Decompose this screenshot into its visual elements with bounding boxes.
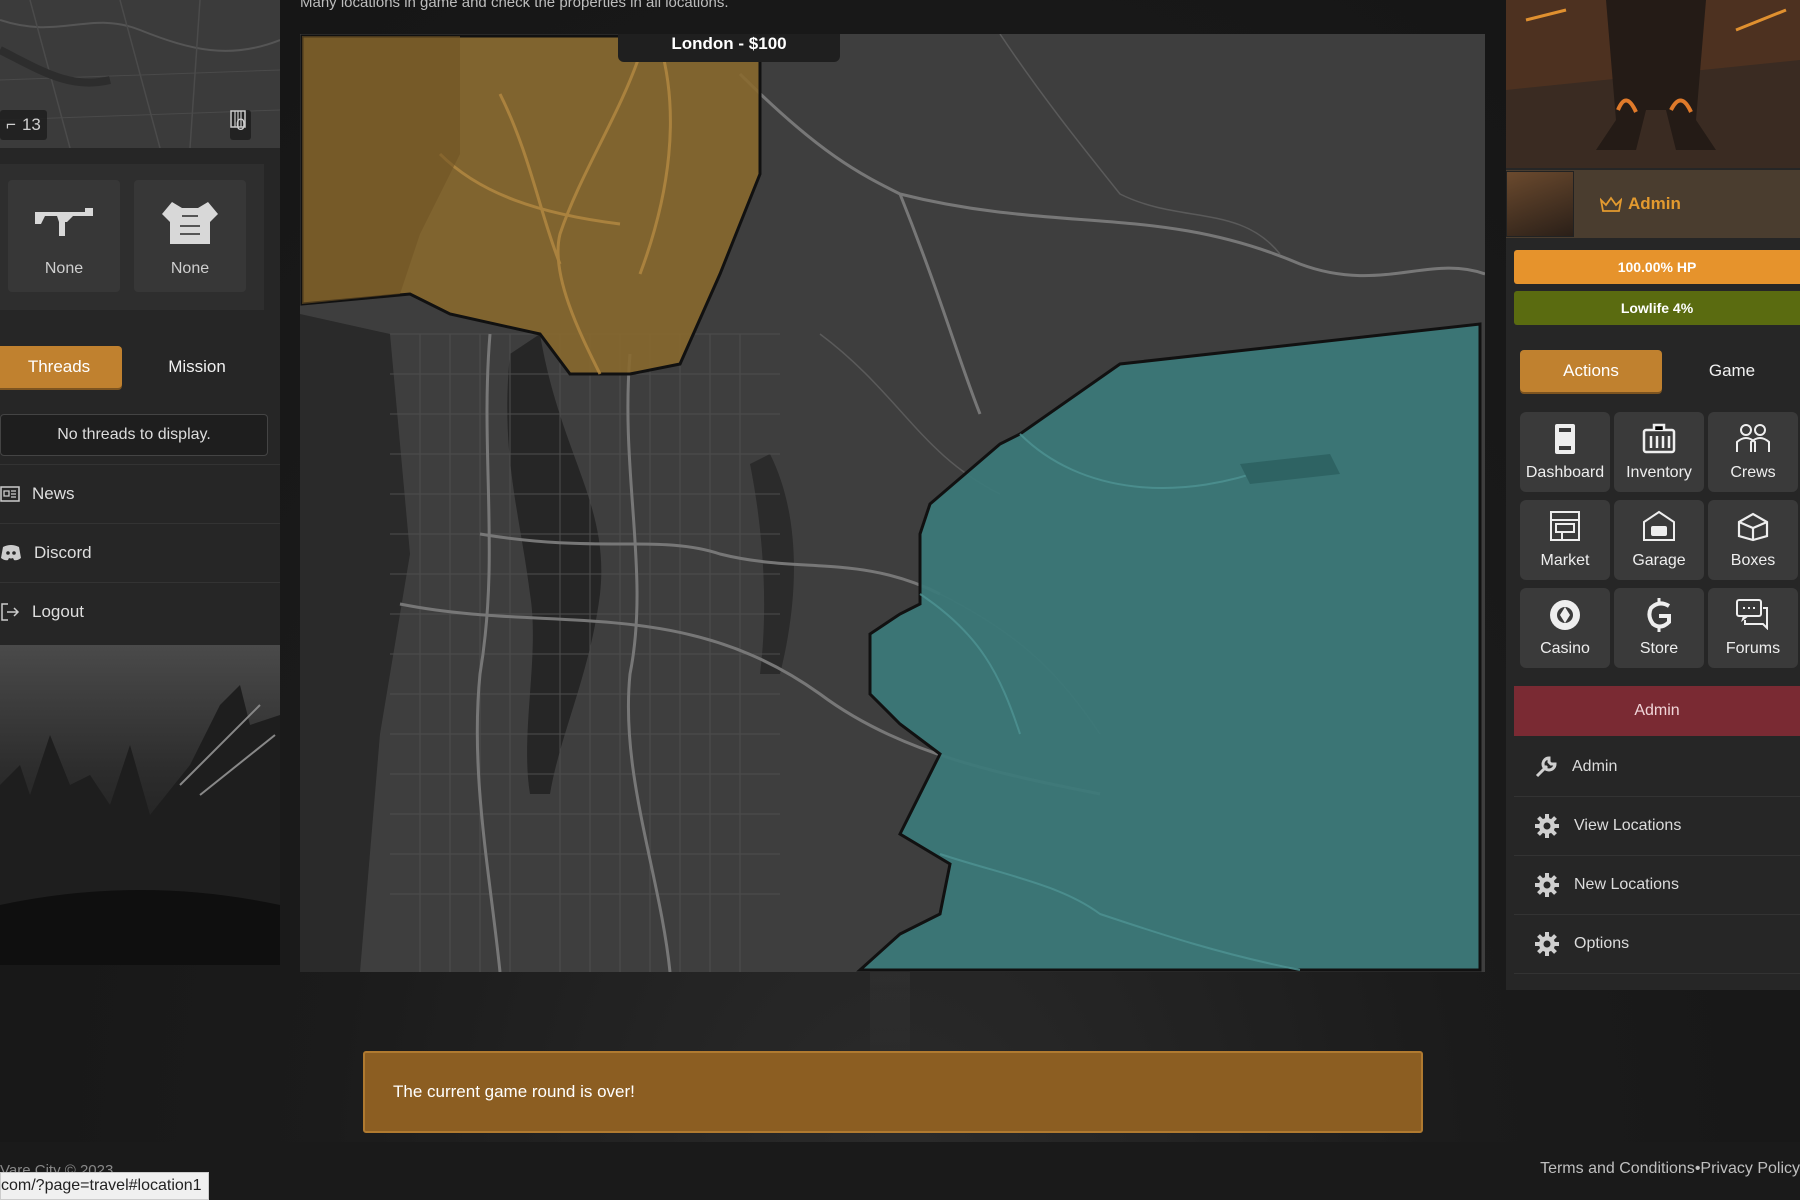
discord-icon: [1, 545, 21, 561]
admin-menu: Admin View Locations New Locations Optio…: [1514, 738, 1800, 974]
admin-item-options[interactable]: Options: [1514, 915, 1800, 974]
tab-game[interactable]: Game: [1664, 350, 1800, 392]
jail-icon: [230, 110, 246, 128]
rank-label: Admin: [1628, 194, 1681, 213]
armor-slot-label: None: [170, 260, 210, 277]
armor-icon: [162, 202, 218, 244]
footer-links: Terms and Conditions•Privacy Policy: [1540, 1160, 1800, 1178]
nav-item-label: News: [32, 484, 75, 503]
round-over-alert: The current game round is over!: [363, 1051, 1423, 1133]
right-tabs: Actions Game: [1514, 350, 1800, 392]
tile-store[interactable]: Store: [1614, 588, 1704, 668]
inventory-icon: [1642, 423, 1676, 454]
right-sidebar: Admin 100.00% HP Lowlife 4% Actions Game…: [1506, 0, 1800, 990]
footer: Vare City © 2023 Terms and Conditions•Pr…: [0, 1142, 1800, 1200]
hp-bar: 100.00% HP: [1514, 250, 1800, 284]
tile-label: Forums: [1725, 640, 1781, 657]
tile-boxes[interactable]: Boxes: [1708, 500, 1798, 580]
left-tabs: Threads Mission: [0, 346, 270, 388]
wrench-icon: [1535, 756, 1557, 778]
dashboard-icon: [1555, 424, 1575, 454]
tab-mission[interactable]: Mission: [134, 346, 260, 388]
privacy-link[interactable]: Privacy Policy: [1700, 1160, 1800, 1177]
character-banner: [1506, 0, 1800, 168]
tile-market[interactable]: Market: [1520, 500, 1610, 580]
admin-item-label: Options: [1574, 935, 1630, 952]
tab-actions[interactable]: Actions: [1520, 350, 1662, 392]
sidebar-artwork: [0, 645, 280, 965]
weapon-slot[interactable]: None: [8, 180, 120, 292]
crown-icon: [1600, 196, 1622, 212]
actions-grid: Dashboard Inventory Crews Market Garage …: [1520, 412, 1800, 668]
tile-label: Garage: [1632, 552, 1686, 569]
nav-item-logout[interactable]: Logout: [0, 582, 280, 641]
rank-badge: Admin: [1600, 194, 1681, 214]
tile-label: Store: [1639, 640, 1679, 657]
level-bar: Lowlife 4%: [1514, 291, 1800, 325]
tile-forums[interactable]: Forums: [1708, 588, 1798, 668]
casino-icon: [1550, 600, 1580, 630]
threads-empty-message: No threads to display.: [0, 414, 268, 456]
gear-icon: [1535, 932, 1559, 956]
weapon-slot-label: None: [44, 260, 84, 277]
admin-item-view-locations[interactable]: View Locations: [1514, 797, 1800, 856]
tile-label: Boxes: [1730, 552, 1776, 569]
market-icon: [1550, 511, 1580, 541]
nav-item-news[interactable]: News: [0, 464, 280, 523]
browser-status-url: com/?page=travel#location1: [0, 1172, 209, 1200]
admin-item-new-locations[interactable]: New Locations: [1514, 856, 1800, 915]
left-nav: News Discord Logout: [0, 464, 280, 641]
tile-label: Dashboard: [1525, 464, 1605, 481]
avatar[interactable]: [1506, 171, 1574, 237]
user-strip: Admin: [1506, 170, 1800, 238]
admin-item-label: New Locations: [1574, 876, 1679, 893]
tile-label: Inventory: [1626, 464, 1692, 481]
city-map: London - $100: [300, 34, 1485, 972]
admin-section-header[interactable]: Admin: [1514, 686, 1800, 736]
armor-slot[interactable]: None: [134, 180, 246, 292]
nav-item-discord[interactable]: Discord: [0, 523, 280, 582]
store-icon: [1647, 598, 1671, 632]
admin-item-label: View Locations: [1574, 817, 1682, 834]
admin-item-admin[interactable]: Admin: [1514, 738, 1800, 797]
terms-link[interactable]: Terms and Conditions: [1540, 1160, 1695, 1177]
gear-icon: [1535, 873, 1559, 897]
nav-item-label: Logout: [32, 602, 84, 621]
tile-inventory[interactable]: Inventory: [1614, 412, 1704, 492]
tile-label: Crews: [1730, 464, 1776, 481]
attack-stat: ⌐ 13: [0, 110, 47, 140]
nav-item-label: Discord: [34, 543, 92, 562]
tile-label: Casino: [1540, 640, 1590, 657]
tile-casino[interactable]: Casino: [1520, 588, 1610, 668]
news-icon: [0, 486, 20, 502]
tab-threads[interactable]: Threads: [0, 346, 122, 388]
jail-stat: 0: [230, 110, 252, 140]
minimap: ⌐ 13 0: [0, 0, 280, 148]
gear-icon: [1535, 814, 1559, 838]
tile-dashboard[interactable]: Dashboard: [1520, 412, 1610, 492]
intro-text: Many locations in game and check the pro…: [300, 0, 729, 11]
location-tooltip: London - $100: [618, 34, 840, 62]
tile-crews[interactable]: Crews: [1708, 412, 1798, 492]
admin-item-label: Admin: [1572, 758, 1618, 775]
equipment-panel: None None: [0, 164, 264, 310]
crews-icon: [1736, 424, 1770, 452]
forums-icon: [1736, 599, 1768, 630]
tile-label: Market: [1540, 552, 1590, 569]
logout-icon: [1, 603, 20, 621]
left-sidebar: ⌐ 13 0 None None Threads Mission No thre…: [0, 0, 280, 965]
tile-garage[interactable]: Garage: [1614, 500, 1704, 580]
boxes-icon: [1737, 512, 1769, 542]
gun-icon: ⌐: [6, 115, 16, 134]
gun-icon: [35, 208, 93, 236]
attack-stat-value: 13: [21, 115, 41, 134]
garage-icon: [1643, 510, 1675, 541]
